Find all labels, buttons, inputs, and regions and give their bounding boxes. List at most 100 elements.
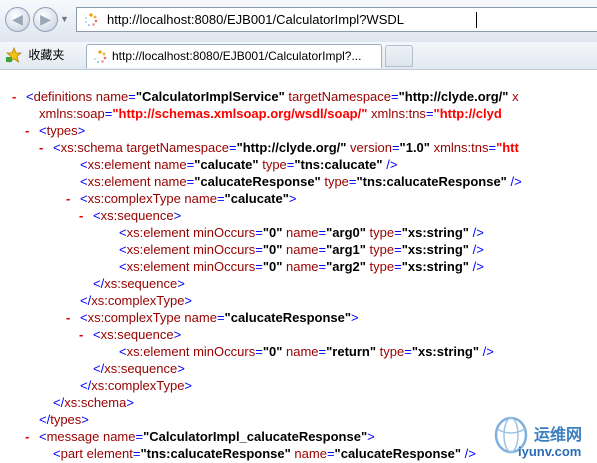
attribute-name: type bbox=[369, 259, 395, 274]
tag-punctuation: < bbox=[80, 174, 88, 189]
back-button[interactable]: ◀ bbox=[5, 7, 30, 32]
element-name: part bbox=[60, 446, 83, 461]
equals-sign: = bbox=[216, 310, 225, 325]
xml-line: </xs:sequence> bbox=[93, 275, 185, 292]
xml-line: </xs:schema> bbox=[53, 394, 134, 411]
attribute-value: "http://clyde.org/" bbox=[236, 140, 347, 155]
equals-sign: = bbox=[255, 259, 263, 274]
attribute-value: "tns:calucateResponse" bbox=[140, 446, 291, 461]
back-arrow-icon: ◀ bbox=[12, 11, 23, 27]
element-name: xs:element bbox=[126, 225, 190, 240]
loading-spinner-icon bbox=[85, 13, 98, 27]
element-name: xs:complexType bbox=[91, 378, 185, 393]
collapse-toggle[interactable]: - bbox=[79, 207, 93, 224]
equals-sign: = bbox=[425, 106, 434, 121]
equals-sign: = bbox=[255, 225, 263, 240]
tag-punctuation: > bbox=[177, 276, 185, 291]
namespace-value: "http://clyd bbox=[433, 106, 502, 121]
tag-punctuation: > bbox=[81, 412, 89, 427]
collapse-toggle[interactable]: - bbox=[66, 190, 80, 207]
tag-punctuation: < bbox=[80, 157, 88, 172]
tag-punctuation: < bbox=[119, 242, 127, 257]
tag-punctuation: < bbox=[39, 429, 47, 444]
attribute-name: version bbox=[350, 140, 392, 155]
favorites-label: 收藏夹 bbox=[28, 48, 65, 62]
attribute-name: minOccurs bbox=[193, 225, 256, 240]
element-name: types bbox=[50, 412, 82, 427]
tag-punctuation: < bbox=[80, 191, 88, 206]
attribute-value: "xs:string" bbox=[401, 225, 469, 240]
tag-punctuation: < bbox=[39, 123, 47, 138]
attribute-name: name bbox=[286, 242, 319, 257]
element-name: message bbox=[46, 429, 100, 444]
tag-punctuation: </ bbox=[80, 378, 92, 393]
element-name: xs:complexType bbox=[87, 310, 181, 325]
collapse-toggle[interactable]: - bbox=[25, 122, 39, 139]
attribute-value: "calucate" bbox=[224, 191, 289, 206]
tag-punctuation: < bbox=[119, 225, 127, 240]
equals-sign: = bbox=[216, 191, 225, 206]
attribute-value: "calucateResponse" bbox=[194, 174, 321, 189]
new-tab-button[interactable] bbox=[385, 45, 413, 67]
tag-punctuation: < bbox=[119, 344, 127, 359]
equals-sign: = bbox=[391, 89, 399, 104]
tag-punctuation: < bbox=[53, 446, 61, 461]
attribute-name: type bbox=[369, 242, 395, 257]
equals-sign: = bbox=[394, 225, 402, 240]
tag-punctuation: < bbox=[26, 89, 34, 104]
xml-line: </xs:sequence> bbox=[93, 360, 185, 377]
attribute-name: targetNamespace bbox=[126, 140, 229, 155]
attribute-value: "calucate" bbox=[194, 157, 259, 172]
element-name: xs:element bbox=[126, 259, 190, 274]
tag-punctuation: > bbox=[77, 123, 86, 138]
address-url-text[interactable]: http://localhost:8080/EJB001/CalculatorI… bbox=[107, 12, 404, 27]
element-name: xs:complexType bbox=[87, 191, 181, 206]
favorites-button[interactable]: 收藏夹 bbox=[6, 46, 64, 65]
xml-line: - <types> bbox=[25, 122, 85, 139]
attribute-value: "arg1" bbox=[326, 242, 366, 257]
tab-title: http://localhost:8080/EJB001/CalculatorI… bbox=[112, 49, 362, 63]
xml-line: - <xs:complexType name="calucate"> bbox=[66, 190, 297, 207]
attribute-name: name bbox=[184, 191, 217, 206]
history-dropdown-icon[interactable]: ▼ bbox=[60, 14, 69, 24]
element-name: xs:sequence bbox=[104, 361, 178, 376]
equals-sign: = bbox=[128, 89, 136, 104]
attribute-name: name bbox=[286, 225, 319, 240]
tab-current[interactable]: http://localhost:8080/EJB001/CalculatorI… bbox=[86, 44, 382, 68]
tag-punctuation: /> bbox=[510, 174, 522, 189]
equals-sign: = bbox=[394, 242, 402, 257]
collapse-toggle[interactable]: - bbox=[12, 88, 26, 105]
attribute-name: minOccurs bbox=[193, 259, 256, 274]
watermark-brand: 运维网 bbox=[534, 425, 583, 444]
attribute-name: type bbox=[379, 344, 405, 359]
equals-sign: = bbox=[326, 446, 335, 461]
attribute-name: xmlns:tns bbox=[371, 106, 426, 121]
xml-line: </types> bbox=[39, 411, 89, 428]
attribute-value: "0" bbox=[262, 259, 283, 274]
tag-punctuation: < bbox=[53, 140, 61, 155]
attribute-value: "0" bbox=[262, 344, 283, 359]
tag-punctuation: > bbox=[173, 327, 182, 342]
tag-punctuation: /> bbox=[386, 157, 398, 172]
collapse-toggle[interactable]: - bbox=[66, 309, 80, 326]
element-name: xs:complexType bbox=[91, 293, 185, 308]
xml-line: - <message name="CalculatorImpl_calucateR… bbox=[25, 428, 375, 445]
attribute-name: type bbox=[324, 174, 349, 189]
xml-line: <xs:element name="calucate" type="tns:ca… bbox=[80, 156, 397, 173]
xml-line: - <xs:sequence> bbox=[79, 207, 181, 224]
tab-loading-icon bbox=[94, 50, 107, 64]
collapse-toggle[interactable]: - bbox=[39, 139, 53, 156]
forward-button[interactable]: ▶ bbox=[33, 7, 58, 32]
address-bar[interactable]: http://localhost:8080/EJB001/CalculatorI… bbox=[76, 7, 597, 32]
tag-punctuation: </ bbox=[80, 293, 92, 308]
xml-line: xmlns:soap = "http://schemas.xmlsoap.org/w… bbox=[39, 105, 502, 122]
collapse-toggle[interactable]: - bbox=[79, 326, 93, 343]
tag-punctuation: > bbox=[126, 395, 134, 410]
attribute-name: name bbox=[102, 429, 136, 444]
equals-sign: = bbox=[318, 242, 327, 257]
attribute-name: xmlns:tns bbox=[433, 140, 489, 155]
favorites-bar: 收藏夹 http://localhost:8080/EJB001/Calcula… bbox=[0, 42, 597, 70]
element-name: xs:element bbox=[87, 174, 151, 189]
attribute-value: "arg2" bbox=[326, 259, 366, 274]
collapse-toggle[interactable]: - bbox=[25, 428, 39, 445]
